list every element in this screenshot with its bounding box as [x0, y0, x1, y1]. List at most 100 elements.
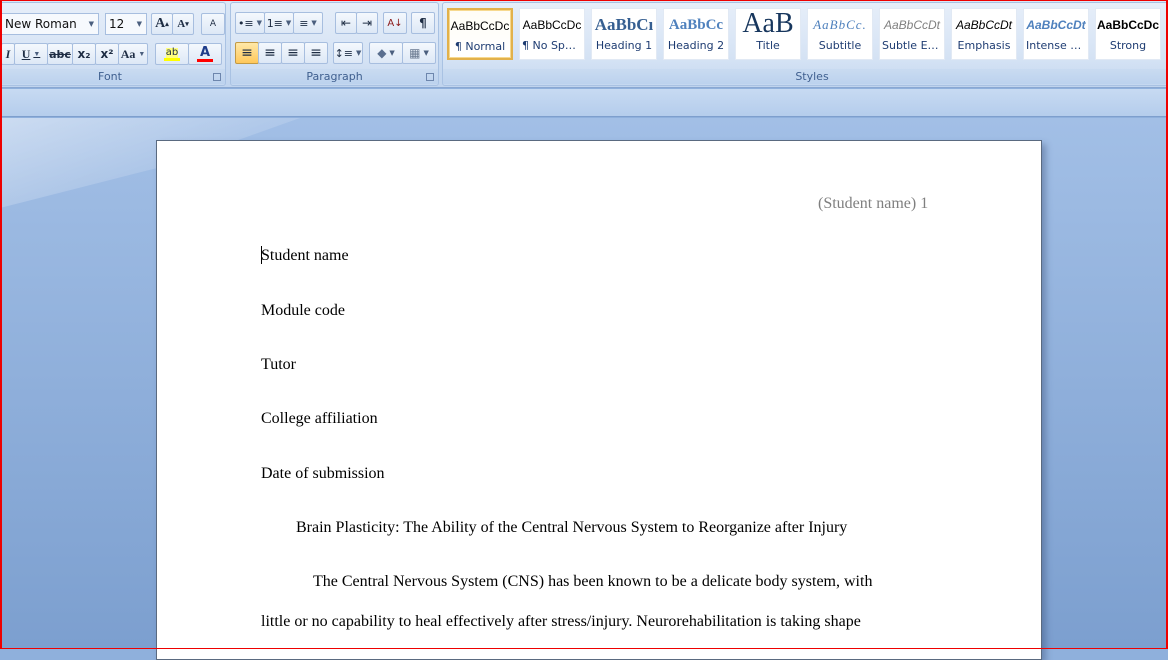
font-size-combo[interactable]: 12 ▼ — [105, 13, 147, 35]
style-subtitle[interactable]: AaBbCc. Subtitle — [807, 8, 873, 60]
font-color-button[interactable]: A — [188, 43, 222, 65]
bullets-icon: •≡ — [237, 16, 254, 30]
justify-button[interactable]: ≡ — [304, 42, 328, 64]
font-name-value: New Roman — [5, 17, 77, 31]
subscript-icon: x₂ — [77, 47, 91, 61]
paragraph-group-label: Paragraph — [231, 69, 438, 84]
style-name: Intense E... — [1026, 39, 1088, 52]
font-group-label: Font — [0, 69, 225, 84]
numbering-button[interactable]: 1≡ ▼ — [264, 12, 294, 34]
chevron-down-icon[interactable]: ▼ — [138, 50, 145, 58]
decrease-indent-icon: ⇤ — [340, 16, 352, 30]
style-sample: AaBbCc — [668, 17, 724, 33]
numbering-icon: 1≡ — [266, 16, 283, 30]
font-group: New Roman ▼ 12 ▼ A ▴ A ▾ A I U ▼ abc x₂ x² … — [0, 2, 226, 86]
shading-button[interactable]: ◆ ▼ — [369, 42, 403, 64]
style-name: Heading 2 — [667, 39, 725, 52]
underline-icon: U — [21, 46, 31, 61]
style-name: Strong — [1109, 39, 1147, 52]
doc-line-module-code[interactable]: Module code — [261, 302, 345, 320]
bullets-button[interactable]: •≡ ▼ — [235, 12, 265, 34]
align-center-button[interactable]: ≡ — [258, 42, 282, 64]
style-sample: AaBbCcDt — [955, 18, 1013, 32]
style-heading-1[interactable]: AaBbCı Heading 1 — [591, 8, 657, 60]
font-size-value: 12 — [109, 17, 125, 31]
strikethrough-button[interactable]: abc — [47, 43, 73, 65]
doc-title[interactable]: Brain Plasticity: The Ability of the Cen… — [296, 519, 847, 537]
eraser-icon: A — [209, 19, 217, 29]
increase-indent-button[interactable]: ⇥ — [356, 12, 378, 34]
style-name: ¶ No Spaci... — [522, 39, 584, 52]
sort-icon: A↓ — [387, 17, 403, 29]
clear-formatting-button[interactable]: A — [201, 13, 225, 35]
change-case-icon: Aa — [120, 46, 136, 61]
line-spacing-icon: ↕≡ — [334, 46, 354, 60]
style-no-spacing[interactable]: AaBbCcDc ¶ No Spaci... — [519, 8, 585, 60]
style-sample: AaBbCı — [594, 15, 654, 34]
align-right-button[interactable]: ≡ — [281, 42, 305, 64]
multilevel-list-button[interactable]: ≡ ▼ — [293, 12, 323, 34]
chevron-down-icon[interactable]: ▼ — [389, 49, 394, 57]
justify-icon: ≡ — [310, 45, 322, 61]
doc-line-tutor[interactable]: Tutor — [261, 356, 296, 374]
ribbon: New Roman ▼ 12 ▼ A ▴ A ▾ A I U ▼ abc x₂ x² … — [0, 0, 1168, 88]
paint-bucket-icon: ◆ — [377, 46, 387, 60]
style-name: Title — [756, 39, 780, 52]
italic-button[interactable]: I — [1, 43, 15, 65]
style-heading-2[interactable]: AaBbCc Heading 2 — [663, 8, 729, 60]
grow-font-icon: A — [155, 16, 166, 31]
align-left-icon: ≡ — [241, 45, 253, 61]
style-subtle-emphasis[interactable]: AaBbCcDt Subtle Em... — [879, 8, 945, 60]
multilevel-list-icon: ≡ — [299, 16, 309, 30]
underline-button[interactable]: U ▼ — [14, 43, 48, 65]
doc-line-date[interactable]: Date of submission — [261, 465, 385, 483]
chevron-down-icon[interactable]: ▼ — [89, 20, 94, 28]
chevron-down-icon[interactable]: ▼ — [356, 49, 361, 57]
doc-line-college[interactable]: College affiliation — [261, 410, 378, 428]
page-header[interactable]: (Student name) 1 — [818, 195, 928, 213]
doc-body-line[interactable]: little or no capability to heal effectiv… — [261, 613, 861, 631]
decrease-indent-button[interactable]: ⇤ — [335, 12, 357, 34]
style-emphasis[interactable]: AaBbCcDt Emphasis — [951, 8, 1017, 60]
grow-font-button[interactable]: A ▴ — [151, 13, 173, 35]
chevron-down-icon[interactable]: ▼ — [286, 19, 291, 27]
style-sample: AaBbCcDc — [450, 19, 510, 33]
font-name-combo[interactable]: New Roman ▼ — [1, 13, 99, 35]
align-right-icon: ≡ — [287, 45, 299, 61]
align-left-button[interactable]: ≡ — [235, 42, 259, 64]
chevron-down-icon[interactable]: ▼ — [33, 50, 40, 58]
style-sample: AaB — [742, 9, 794, 39]
sort-button[interactable]: A↓ — [383, 12, 407, 34]
style-strong[interactable]: AaBbCcDc Strong — [1095, 8, 1161, 60]
chevron-down-icon[interactable]: ▼ — [311, 19, 316, 27]
highlight-button[interactable]: ab — [155, 43, 189, 65]
style-name: Emphasis — [957, 39, 1011, 52]
chevron-down-icon[interactable]: ▼ — [137, 20, 142, 28]
borders-button[interactable]: ▦ ▼ — [402, 42, 436, 64]
paragraph-group: •≡ ▼ 1≡ ▼ ≡ ▼ ⇤ ⇥ A↓ ¶ ≡ ≡ ≡ ≡ ↕≡ ▼ ◆ ▼ ▦ ▼ Pa… — [230, 2, 439, 86]
font-dialog-launcher-icon[interactable] — [213, 73, 221, 81]
line-spacing-button[interactable]: ↕≡ ▼ — [333, 42, 363, 64]
subscript-button[interactable]: x₂ — [72, 43, 96, 65]
change-case-button[interactable]: Aa ▼ — [118, 43, 148, 65]
borders-icon: ▦ — [409, 46, 421, 60]
style-intense-emphasis[interactable]: AaBbCcDt Intense E... — [1023, 8, 1089, 60]
paragraph-dialog-launcher-icon[interactable] — [426, 73, 434, 81]
style-sample: AaBbCcDt — [1026, 18, 1086, 32]
doc-body-line[interactable]: The Central Nervous System (CNS) has bee… — [313, 573, 872, 591]
style-title[interactable]: AaB Title — [735, 8, 801, 60]
doc-line-student-name[interactable]: Student name — [261, 247, 349, 265]
increase-indent-icon: ⇥ — [361, 16, 373, 30]
style-sample: AaBbCcDt — [883, 18, 941, 32]
superscript-icon: x² — [100, 47, 114, 61]
show-formatting-marks-button[interactable]: ¶ — [411, 12, 435, 34]
chevron-down-icon[interactable]: ▼ — [257, 19, 262, 27]
superscript-button[interactable]: x² — [95, 43, 119, 65]
chevron-down-icon[interactable]: ▼ — [423, 49, 428, 57]
style-name: Heading 1 — [595, 39, 653, 52]
pilcrow-icon: ¶ — [419, 16, 427, 30]
style-sample: AaBbCc. — [813, 17, 867, 32]
shrink-font-button[interactable]: A ▾ — [172, 13, 194, 35]
style-gallery: AaBbCcDc ¶ Normal AaBbCcDc ¶ No Spaci... A… — [447, 8, 1161, 60]
style-normal[interactable]: AaBbCcDc ¶ Normal — [447, 8, 513, 60]
